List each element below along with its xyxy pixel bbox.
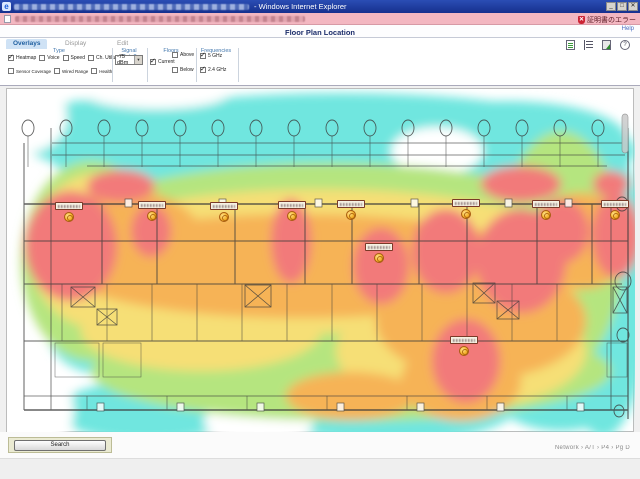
sensor-coverage-label: Sensor Coverage xyxy=(16,69,51,74)
window-titlebar: e - Windows Internet Explorer _ □ ✕ xyxy=(0,0,640,13)
search-button[interactable]: Search xyxy=(14,440,106,451)
certificate-error-icon: ✕ xyxy=(578,16,585,24)
ap-icon xyxy=(610,210,620,220)
page-title: Floor Plan Location xyxy=(0,28,640,37)
overlays-toolbar: Overlays Display Edit Type Heatmap Voice… xyxy=(0,38,640,86)
health-label: Health xyxy=(99,69,112,74)
close-button[interactable]: ✕ xyxy=(628,2,638,11)
ap-label xyxy=(278,201,306,209)
signal-cutoff-group: Signal Cutoff -75 dBm ▼ xyxy=(114,38,144,85)
floors-group: Floors Current Above Below xyxy=(149,38,193,85)
ap-label xyxy=(138,201,166,209)
page-header: Floor Plan Location Help xyxy=(0,25,640,38)
export-icon[interactable] xyxy=(602,40,611,50)
address-bar[interactable]: ✕ 証明書のエラー xyxy=(0,13,640,25)
heatmap-label: Heatmap xyxy=(16,55,36,61)
ap-icon xyxy=(219,212,229,222)
voice-checkbox[interactable] xyxy=(39,55,45,61)
voice-label: Voice xyxy=(47,55,59,61)
speed-checkbox[interactable] xyxy=(63,55,69,61)
ap-icon xyxy=(346,210,356,220)
ap-icon xyxy=(64,212,74,222)
ap-icon xyxy=(461,209,471,219)
heatmap-checkbox[interactable] xyxy=(8,55,14,61)
floors-above-label: Above xyxy=(180,52,194,58)
freq-5ghz-checkbox[interactable] xyxy=(200,53,206,59)
wired-range-label: Wired Range xyxy=(62,69,88,74)
freq-24ghz-checkbox[interactable] xyxy=(200,67,206,73)
search-panel: Search xyxy=(8,437,112,453)
ap-label xyxy=(452,199,480,207)
page-icon xyxy=(4,15,11,23)
internet-explorer-icon: e xyxy=(2,2,11,11)
floors-above-checkbox[interactable] xyxy=(172,52,178,58)
certificate-error-indicator[interactable]: ✕ 証明書のエラー xyxy=(578,15,636,25)
ap-label xyxy=(337,200,365,208)
ap-label xyxy=(365,243,393,251)
wired-range-checkbox[interactable] xyxy=(54,68,60,74)
floors-below-checkbox[interactable] xyxy=(172,67,178,73)
ap-icon xyxy=(459,346,469,356)
sensor-coverage-checkbox[interactable] xyxy=(8,68,14,74)
minimize-button[interactable]: _ xyxy=(606,2,616,11)
type-group-label: Type xyxy=(8,48,110,54)
ap-icon xyxy=(287,211,297,221)
url-redacted xyxy=(15,16,305,22)
speed-label: Speed xyxy=(71,55,85,61)
maximize-button[interactable]: □ xyxy=(617,2,627,11)
ap-label xyxy=(210,202,238,210)
certificate-error-text: 証明書のエラー xyxy=(587,15,636,25)
frequencies-group: Frequencies 5 GHz 2.4 GHz xyxy=(198,38,234,85)
status-text: Network › A/T › P4 › Pg D xyxy=(555,445,630,451)
report-icon[interactable] xyxy=(566,40,575,50)
help-link[interactable]: Help xyxy=(622,26,634,32)
type-group: Type Heatmap Voice Speed Ch. Utilization… xyxy=(8,38,110,85)
ap-label xyxy=(450,336,478,344)
ap-icon xyxy=(374,253,384,263)
health-checkbox[interactable] xyxy=(91,68,97,74)
signal-cutoff-value: -75 dBm xyxy=(116,54,134,66)
window-title-redacted xyxy=(14,4,249,10)
help-icon[interactable] xyxy=(620,40,630,50)
freq-24ghz-label: 2.4 GHz xyxy=(208,67,226,73)
access-point-layer xyxy=(7,89,633,431)
ap-icon xyxy=(147,211,157,221)
list-view-icon[interactable] xyxy=(584,40,593,50)
ap-label xyxy=(532,200,560,208)
footer: Search Network › A/T › P4 › Pg D xyxy=(0,432,640,479)
ap-label xyxy=(601,200,629,208)
signal-cutoff-select[interactable]: -75 dBm ▼ xyxy=(115,55,143,65)
chevron-down-icon[interactable]: ▼ xyxy=(134,56,142,64)
floors-current-checkbox[interactable] xyxy=(150,59,156,65)
floor-plan-map[interactable] xyxy=(6,88,634,432)
ch-utilization-checkbox[interactable] xyxy=(88,55,94,61)
floors-current-label: Current xyxy=(158,59,175,65)
ap-icon xyxy=(541,210,551,220)
floors-below-label: Below xyxy=(180,67,194,73)
freq-5ghz-label: 5 GHz xyxy=(208,53,222,59)
window-title: - Windows Internet Explorer xyxy=(254,2,347,11)
ap-label xyxy=(55,202,83,210)
